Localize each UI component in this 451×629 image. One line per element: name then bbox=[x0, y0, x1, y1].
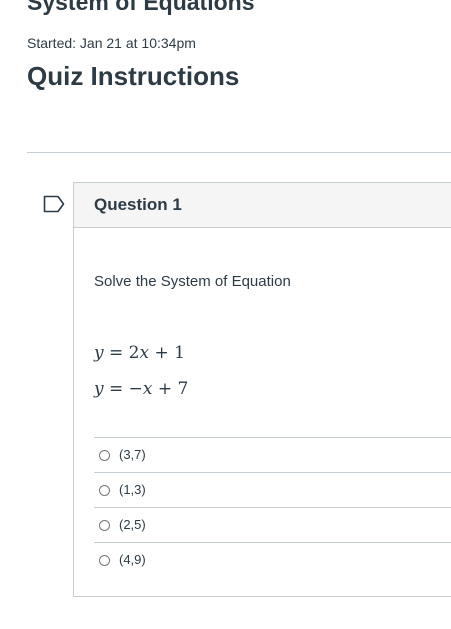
equation-2: y = −x + 7 bbox=[94, 378, 188, 400]
equation-tail: + 1 bbox=[149, 343, 185, 363]
equation-tail: + 7 bbox=[152, 379, 189, 399]
radio-button[interactable] bbox=[99, 520, 110, 531]
answer-option-3[interactable]: (2,5) bbox=[94, 507, 451, 542]
equation-1: y = 2x + 1 bbox=[94, 342, 185, 364]
divider bbox=[27, 152, 451, 153]
equation-variable: x bbox=[142, 379, 153, 399]
answer-option-4[interactable]: (4,9) bbox=[94, 542, 451, 577]
question-card: Question 1 Solve the System of Equation … bbox=[73, 182, 451, 597]
answer-list: (3,7) (1,3) (2,5) (4,9) bbox=[94, 437, 451, 577]
radio-button[interactable] bbox=[99, 485, 110, 496]
radio-button[interactable] bbox=[99, 450, 110, 461]
equation-lhs: y bbox=[94, 379, 104, 399]
equation-lhs: y bbox=[94, 343, 104, 363]
flag-question-icon[interactable] bbox=[43, 195, 65, 213]
quiz-title: System of Equations bbox=[27, 0, 255, 15]
equation-variable: x bbox=[139, 343, 150, 363]
started-timestamp: Started: Jan 21 at 10:34pm bbox=[27, 35, 196, 51]
question-name: Question 1 bbox=[94, 195, 182, 214]
equation-middle: = − bbox=[103, 379, 143, 399]
answer-label: (3,7) bbox=[119, 447, 146, 462]
answer-option-2[interactable]: (1,3) bbox=[94, 472, 451, 507]
question-header: Question 1 bbox=[74, 183, 451, 228]
radio-button[interactable] bbox=[99, 555, 110, 566]
answer-label: (1,3) bbox=[119, 482, 146, 497]
quiz-instructions-heading: Quiz Instructions bbox=[27, 61, 240, 91]
answer-label: (4,9) bbox=[119, 552, 146, 567]
answer-option-1[interactable]: (3,7) bbox=[94, 437, 451, 472]
answer-label: (2,5) bbox=[119, 517, 146, 532]
equation-middle: = 2 bbox=[103, 343, 140, 363]
question-text: Solve the System of Equation bbox=[94, 273, 291, 290]
